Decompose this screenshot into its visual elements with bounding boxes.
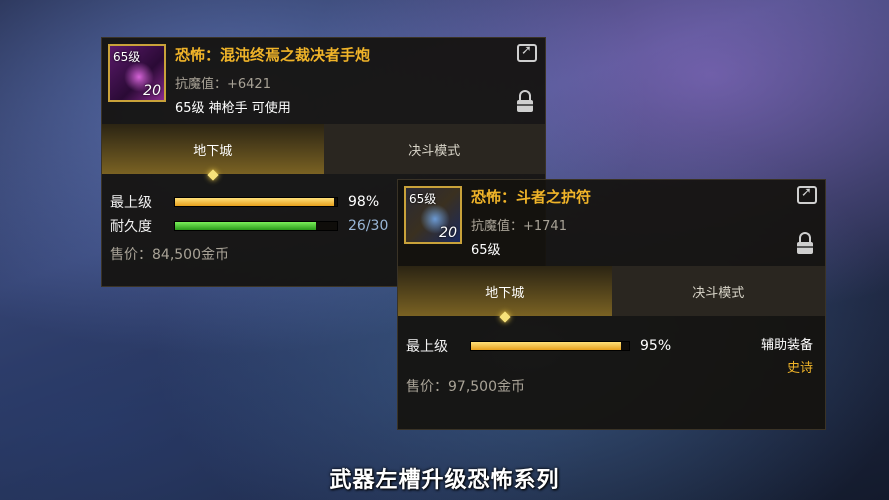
item-tooltip-amulet: 65级 20 恐怖：斗者之护符 抗魔值：+1741 65级 地下城 决斗模式 最…	[397, 179, 826, 430]
grade-label: 最上级	[406, 339, 448, 355]
item-icon: 65级 20	[108, 44, 166, 102]
icon-number: 20	[143, 83, 161, 99]
item-type-label: 辅助装备	[760, 338, 813, 353]
durability-label: 耐久度	[110, 219, 152, 235]
item-stat: 抗魔值：+1741	[471, 219, 567, 234]
grade-bar	[174, 197, 338, 207]
grade-label: 最上级	[110, 195, 152, 211]
tab-dungeon[interactable]: 地下城	[398, 266, 612, 316]
durability-bar-fill	[175, 222, 316, 230]
tab-dungeon[interactable]: 地下城	[102, 124, 324, 174]
item-stat: 抗魔值：+6421	[175, 77, 271, 92]
item-title: 恐怖：混沌终焉之裁决者手炮	[175, 46, 371, 64]
lock-icon[interactable]	[797, 232, 813, 254]
durability-bar	[174, 221, 338, 231]
durability-value: 26/30	[348, 218, 389, 234]
lock-icon[interactable]	[517, 90, 533, 112]
item-icon: 65级 20	[404, 186, 462, 244]
share-icon[interactable]	[797, 185, 817, 204]
item-requirement: 65级 神枪手 可使用	[175, 101, 291, 116]
mode-tabs: 地下城 决斗模式	[398, 266, 825, 316]
video-subtitle: 武器左槽升级恐怖系列	[329, 468, 560, 493]
grade-bar-fill	[175, 198, 334, 206]
sell-price: 售价：97,500金币	[406, 379, 525, 395]
grade-value: 95%	[640, 338, 672, 354]
icon-level: 65级	[113, 50, 141, 64]
tab-pvp[interactable]: 决斗模式	[611, 266, 825, 316]
grade-bar-fill	[471, 342, 622, 350]
grade-row: 最上级 95%	[406, 334, 817, 358]
grade-bar	[470, 341, 630, 351]
item-title: 恐怖：斗者之护符	[471, 188, 592, 206]
share-icon[interactable]	[517, 43, 537, 62]
grade-value: 98%	[348, 194, 380, 210]
icon-level: 65级	[409, 192, 437, 206]
tab-pvp[interactable]: 决斗模式	[323, 124, 545, 174]
icon-number: 20	[439, 225, 457, 241]
tooltip-header: 65级 20 恐怖：混沌终焉之裁决者手炮 抗魔值：+6421 65级 神枪手 可…	[102, 38, 545, 124]
item-requirement: 65级	[471, 243, 501, 258]
item-rarity: 史诗	[786, 361, 813, 376]
tooltip-header: 65级 20 恐怖：斗者之护符 抗魔值：+1741 65级	[398, 180, 825, 266]
mode-tabs: 地下城 决斗模式	[102, 124, 545, 174]
item-type: 辅助装备 史诗	[761, 334, 813, 376]
stats-rows: 最上级 95% 辅助装备 史诗 售价：97,500金币	[398, 316, 825, 396]
